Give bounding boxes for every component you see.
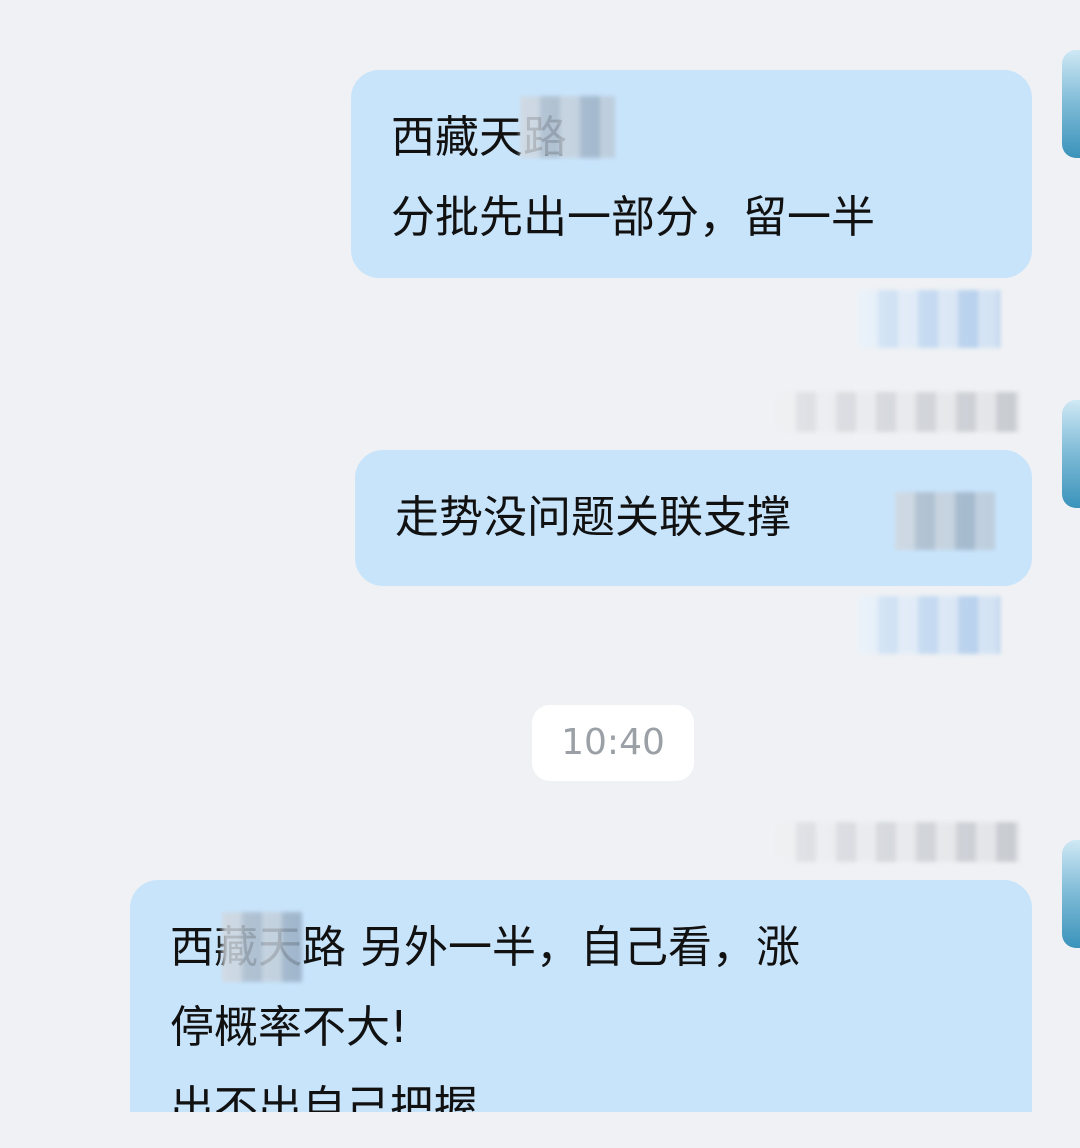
message-line: 分批先出一部分，留一半 (391, 192, 875, 243)
time-separator: 10:40 (532, 705, 694, 781)
sender-name-redacted (776, 392, 1020, 432)
avatar[interactable] (1062, 50, 1080, 158)
avatar[interactable] (1062, 840, 1080, 948)
bottom-edge (0, 1112, 1080, 1142)
read-receipt-redacted (858, 596, 1000, 654)
redacted-mosaic (520, 96, 615, 158)
message-line: 西藏天路 (391, 112, 567, 163)
chat-bubble[interactable]: 西藏天路 分批先出一部分，留一半 (351, 70, 1032, 278)
redacted-mosaic (895, 492, 995, 550)
read-receipt-redacted (858, 290, 1000, 348)
redacted-mosaic (222, 912, 302, 982)
avatar[interactable] (1062, 400, 1080, 508)
message-line: 停概率不大! (170, 1002, 408, 1053)
sender-name-redacted (776, 822, 1020, 862)
